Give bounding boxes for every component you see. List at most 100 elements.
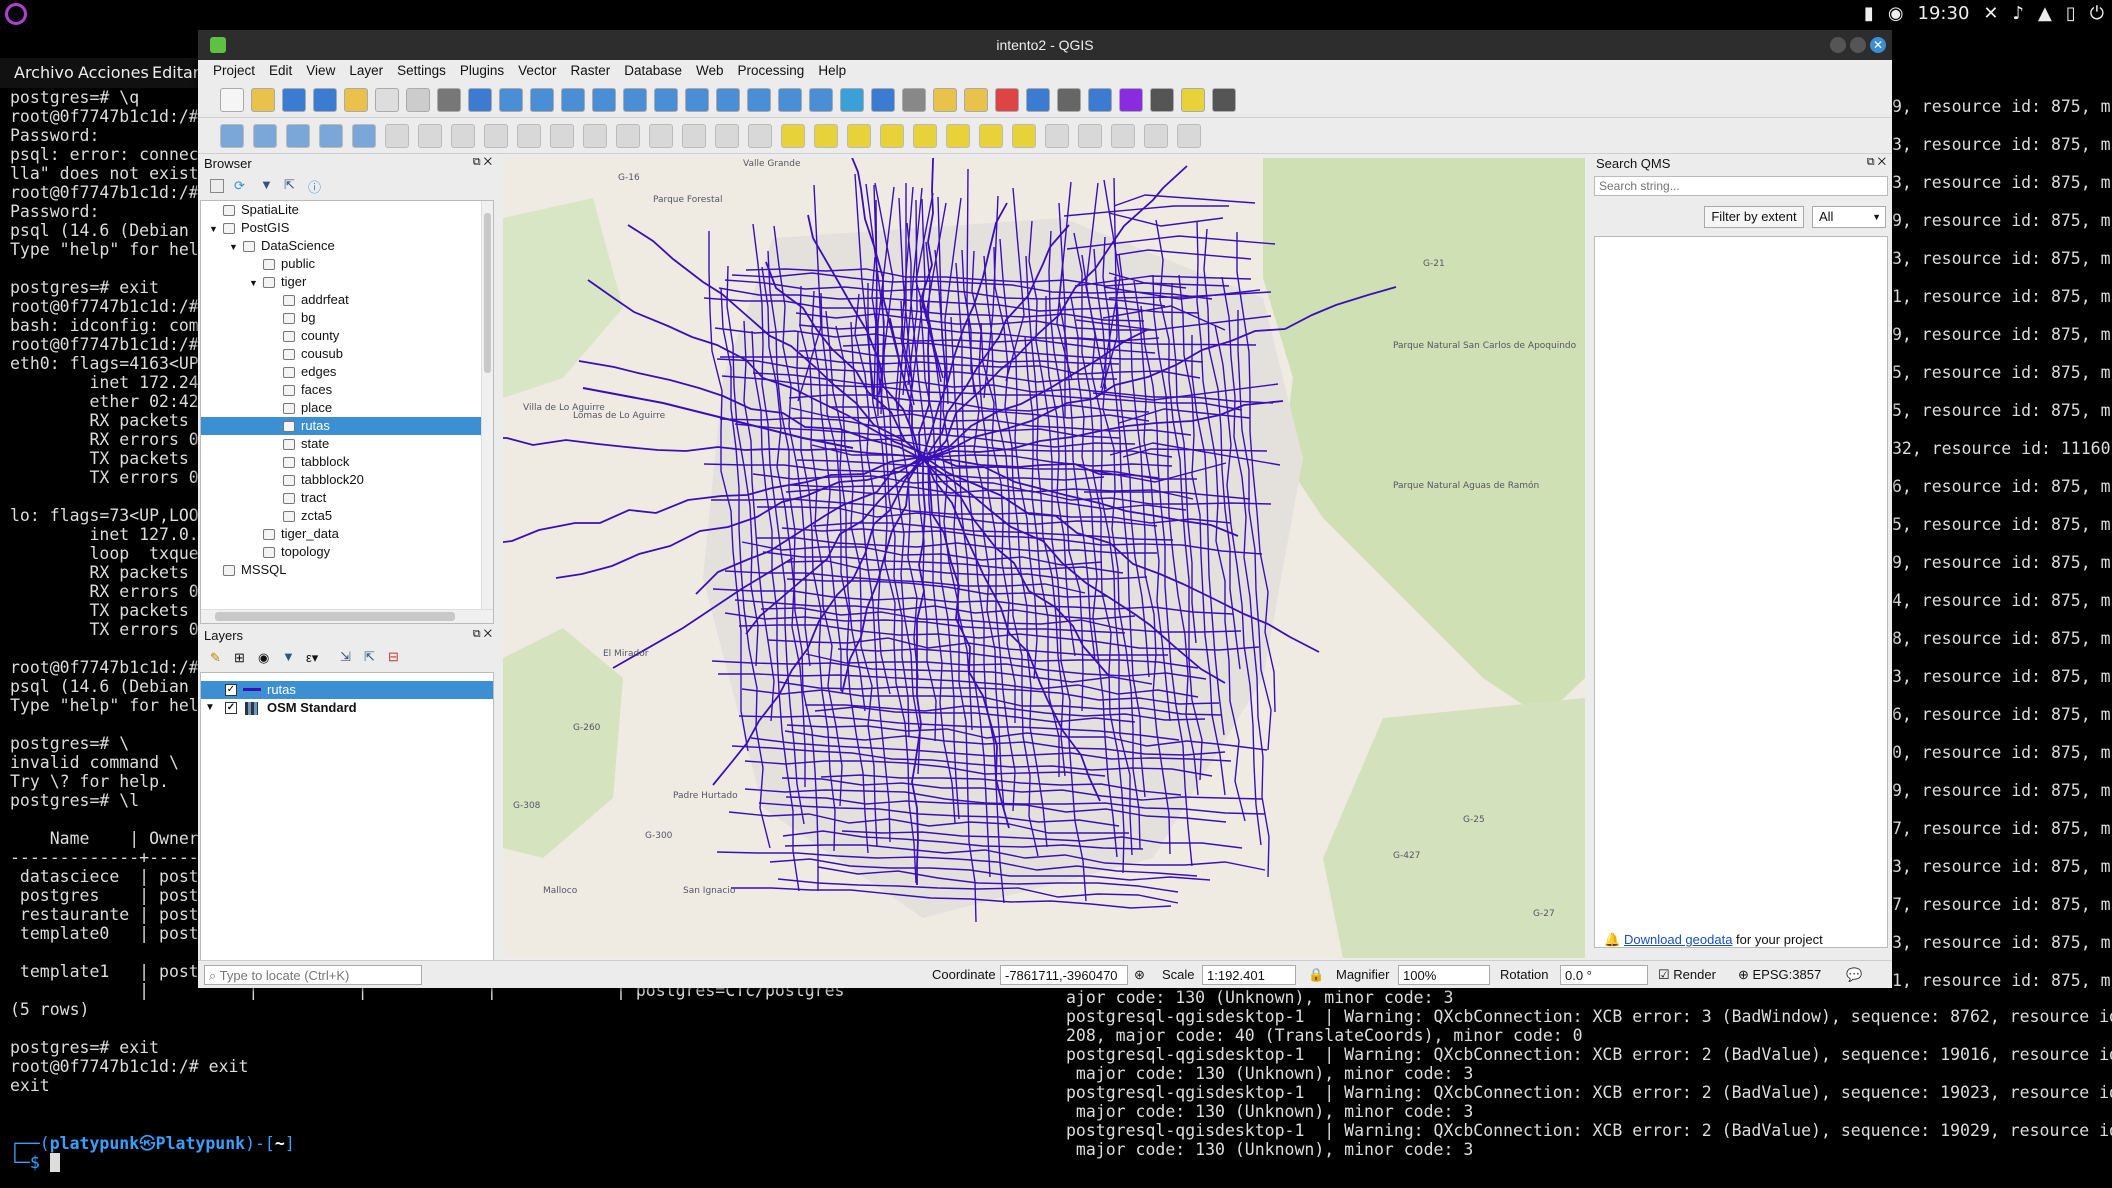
browser-item[interactable]: ▼ tiger xyxy=(201,273,481,291)
scale-combo[interactable]: 1:192.401 xyxy=(1202,965,1296,985)
layer-row-osm[interactable]: ▼ ✓ OSM Standard xyxy=(201,699,493,717)
edit-tool-icon[interactable] xyxy=(451,124,475,148)
map-tips-icon[interactable] xyxy=(1181,88,1205,112)
edit-tool-icon[interactable] xyxy=(682,124,706,148)
collapse-icon[interactable]: ⇱ xyxy=(284,177,295,193)
menu-help[interactable]: Help xyxy=(811,60,853,82)
expand-arrow-icon[interactable]: ▼ xyxy=(229,238,243,256)
save-as-icon[interactable] xyxy=(313,88,337,112)
messages-icon[interactable]: 💬 xyxy=(1846,965,1862,985)
edit-tool-icon[interactable] xyxy=(220,124,244,148)
browser-item[interactable]: tiger_data xyxy=(201,525,481,543)
zoom-layer-icon[interactable] xyxy=(654,88,678,112)
zoom-native-icon[interactable] xyxy=(561,88,585,112)
edit-tool-icon[interactable] xyxy=(484,124,508,148)
menu-acciones[interactable]: Acciones xyxy=(78,63,149,82)
browser-hscrollbar[interactable] xyxy=(201,609,493,623)
clock[interactable]: 19:30 xyxy=(1918,3,1970,24)
menu-processing[interactable]: Processing xyxy=(731,60,812,82)
mouse-icon[interactable]: ⊛ xyxy=(1134,965,1145,985)
edit-tool-icon[interactable] xyxy=(946,124,970,148)
layer-visibility-checkbox[interactable]: ✓ xyxy=(225,702,237,714)
edit-tool-icon[interactable] xyxy=(1177,124,1201,148)
layer-visibility-checkbox[interactable]: ✓ xyxy=(225,684,237,696)
edit-tool-icon[interactable] xyxy=(748,124,772,148)
edit-tool-icon[interactable] xyxy=(352,124,376,148)
panel-close-icon[interactable]: ⧉ ✕ xyxy=(1867,156,1886,169)
edit-tool-icon[interactable] xyxy=(385,124,409,148)
browser-item[interactable]: tabblock xyxy=(201,453,481,471)
notification-icon[interactable]: ▲ xyxy=(2038,3,2052,24)
menu-edit[interactable]: Edit xyxy=(262,60,299,82)
mute-icon[interactable]: ✕ xyxy=(1983,3,1998,24)
terminal-left-prompt[interactable]: ┌──(platypunk㉿Platypunk)-[~] └─$ xyxy=(10,1134,310,1174)
locator-input[interactable]: ⌕ Type to locate (Ctrl+K) xyxy=(204,965,422,985)
zoom-in-icon[interactable] xyxy=(499,88,523,112)
edit-tool-icon[interactable] xyxy=(880,124,904,148)
browser-vscrollbar[interactable] xyxy=(481,201,493,609)
menu-layer[interactable]: Layer xyxy=(342,60,390,82)
toolbox-icon[interactable] xyxy=(1088,88,1112,112)
save-project-icon[interactable] xyxy=(282,88,306,112)
new-project-icon[interactable] xyxy=(220,88,244,112)
crs-button[interactable]: ⊕ EPSG:3857 xyxy=(1738,965,1821,985)
map-canvas[interactable]: Valle Grande Parque Forestal Parque Natura… xyxy=(503,158,1585,958)
pan-icon[interactable] xyxy=(437,88,461,112)
edit-tool-icon[interactable] xyxy=(1144,124,1168,148)
panel-close-icon[interactable]: ⧉ ✕ xyxy=(473,628,492,641)
browser-item[interactable]: topology xyxy=(201,543,481,561)
info-icon[interactable]: ⓘ xyxy=(308,177,321,196)
browser-item[interactable]: cousub xyxy=(201,345,481,363)
add-group-icon[interactable]: ⊞ xyxy=(234,650,245,666)
browser-item[interactable]: ▼ DataScience xyxy=(201,237,481,255)
zoom-last-icon[interactable] xyxy=(685,88,709,112)
zoom-full-icon[interactable] xyxy=(592,88,616,112)
collapse-all-icon[interactable]: ⇱ xyxy=(364,649,375,665)
refresh-icon[interactable]: ⟳ xyxy=(234,178,245,194)
edit-tool-icon[interactable] xyxy=(1045,124,1069,148)
map-svg[interactable]: Valle Grande Parque Forestal Parque Natura… xyxy=(503,158,1585,958)
browser-item[interactable]: addrfeat xyxy=(201,291,481,309)
identify-icon[interactable] xyxy=(871,88,895,112)
render-checkbox[interactable]: ☑ Render xyxy=(1658,965,1716,985)
menu-database[interactable]: Database xyxy=(617,60,689,82)
refresh-icon[interactable] xyxy=(840,88,864,112)
temporal-icon[interactable] xyxy=(809,88,833,112)
browser-item[interactable]: faces xyxy=(201,381,481,399)
browser-item[interactable]: rutas xyxy=(201,417,481,435)
expand-all-icon[interactable]: ⇲ xyxy=(340,649,351,665)
expand-arrow-icon[interactable]: ▼ xyxy=(209,220,223,238)
edit-tool-icon[interactable] xyxy=(286,124,310,148)
edit-tool-icon[interactable] xyxy=(814,124,838,148)
menu-archivo[interactable]: Archivo xyxy=(14,63,74,82)
zoom-selection-icon[interactable] xyxy=(623,88,647,112)
edit-tool-icon[interactable] xyxy=(418,124,442,148)
panel-close-icon[interactable]: ⧉ ✕ xyxy=(473,156,492,169)
edit-tool-icon[interactable] xyxy=(1078,124,1102,148)
menu-view[interactable]: View xyxy=(299,60,342,82)
edit-tool-icon[interactable] xyxy=(517,124,541,148)
style-manager-icon[interactable] xyxy=(406,88,430,112)
attribute-table-icon[interactable] xyxy=(1026,88,1050,112)
distro-logo-icon[interactable] xyxy=(5,3,27,25)
select-value-icon[interactable] xyxy=(964,88,988,112)
field-calc-icon[interactable] xyxy=(1057,88,1081,112)
battery-icon[interactable]: ▯ xyxy=(2066,3,2076,24)
menu-web[interactable]: Web xyxy=(689,60,731,82)
edit-tool-icon[interactable] xyxy=(781,124,805,148)
edit-tool-icon[interactable] xyxy=(583,124,607,148)
browser-item[interactable]: state xyxy=(201,435,481,453)
browser-item[interactable]: ▼ PostGIS xyxy=(201,219,481,237)
show-bookmarks-icon[interactable] xyxy=(778,88,802,112)
edit-tool-icon[interactable] xyxy=(616,124,640,148)
browser-item[interactable]: public xyxy=(201,255,481,273)
qms-filter-select[interactable]: All ▼ xyxy=(1812,206,1886,228)
eye-icon[interactable]: ◉ xyxy=(258,650,269,666)
qms-search-input[interactable] xyxy=(1594,176,1888,196)
remove-layer-icon[interactable]: ⊟ xyxy=(388,649,399,665)
new-bookmark-icon[interactable] xyxy=(747,88,771,112)
menu-settings[interactable]: Settings xyxy=(390,60,453,82)
measure-icon[interactable] xyxy=(1150,88,1174,112)
coordinate-field[interactable]: -7861711,-3960470 xyxy=(1000,965,1128,985)
browser-item[interactable]: bg xyxy=(201,309,481,327)
